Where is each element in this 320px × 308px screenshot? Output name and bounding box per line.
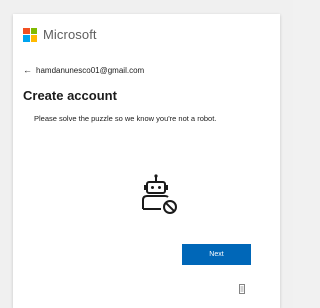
accessibility-document-icon[interactable] [239,284,245,294]
account-back-row[interactable]: ← hamdanunesco01@gmail.com [23,65,144,75]
account-email: hamdanunesco01@gmail.com [36,65,145,75]
brand-name: Microsoft [43,27,97,42]
brand: Microsoft [23,27,97,42]
robot-blocked-icon [142,174,177,214]
arrow-left-icon[interactable]: ← [23,65,32,75]
puzzle-instructions: Please solve the puzzle so we know you'r… [34,114,217,123]
page: Microsoft ← hamdanunesco01@gmail.com Cre… [0,0,293,308]
next-button[interactable]: Next [182,244,251,265]
microsoft-logo-icon [23,27,37,42]
page-title: Create account [23,88,117,103]
